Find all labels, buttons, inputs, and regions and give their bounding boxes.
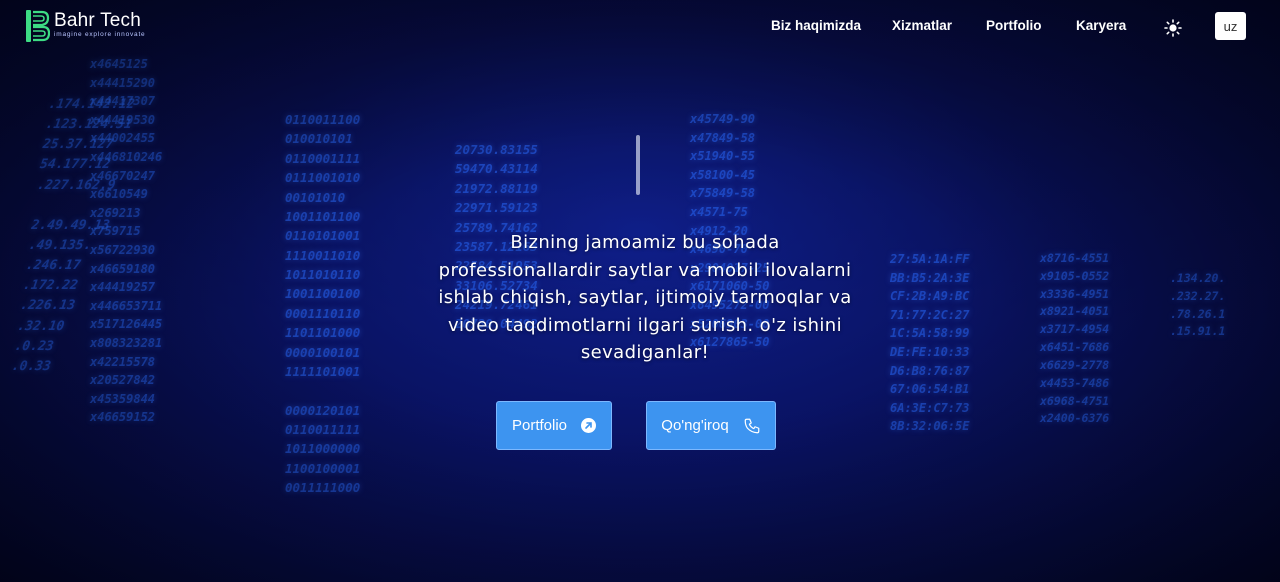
- arrow-up-right-icon: [581, 418, 597, 433]
- phone-icon: [744, 418, 760, 433]
- site-header: Bahr Tech imagine explore innovate Biz h…: [0, 0, 1280, 54]
- portfolio-button-label: Portfolio: [511, 417, 568, 434]
- call-button-label: Qo'ng'iroq: [661, 417, 729, 434]
- nav-link-portfolio[interactable]: Portfolio: [986, 18, 1042, 33]
- nav-link-xizmatlar[interactable]: Xizmatlar: [892, 18, 952, 33]
- scroll-indicator: [636, 135, 640, 195]
- brand-tagline: imagine explore innovate: [54, 31, 146, 38]
- hero-description: Bizning jamoamiz bu sohada professionall…: [438, 232, 852, 363]
- nav-link-karyera[interactable]: Karyera: [1076, 18, 1126, 33]
- brand-logo[interactable]: Bahr Tech imagine explore innovate: [26, 10, 145, 42]
- nav-link-biz-haqimizda[interactable]: Biz haqimizda: [771, 18, 861, 33]
- call-button[interactable]: Qo'ng'iroq: [646, 401, 776, 450]
- logo-icon: [26, 10, 50, 42]
- language-switcher[interactable]: uz: [1215, 12, 1246, 40]
- sun-icon[interactable]: [1164, 19, 1182, 37]
- portfolio-button[interactable]: Portfolio: [496, 401, 612, 450]
- brand-name: Bahr Tech: [54, 10, 142, 31]
